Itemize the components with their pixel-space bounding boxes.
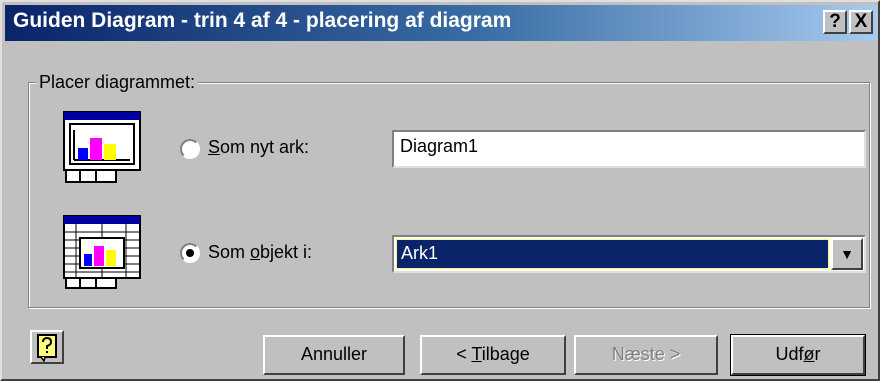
group-legend: Placer diagrammet: [36, 72, 199, 93]
close-button[interactable]: X [849, 10, 873, 34]
office-assistant-icon [37, 334, 57, 363]
placement-group [28, 82, 870, 308]
cancel-button[interactable]: Annuller [263, 335, 405, 375]
help-button[interactable]: ? [823, 10, 847, 34]
new-sheet-name-input[interactable]: Diagram1 [392, 130, 866, 168]
new-sheet-label[interactable]: Som nyt ark: [208, 137, 309, 158]
embedded-chart-icon [63, 215, 141, 289]
office-assistant-button[interactable] [30, 330, 64, 364]
new-sheet-radio[interactable] [180, 139, 200, 159]
sheet-select-value[interactable]: Ark1 [396, 239, 829, 269]
sheet-select-combo[interactable]: Ark1 ▼ [392, 235, 866, 273]
next-button: Næste > [574, 335, 718, 375]
chart-sheet-icon [63, 111, 141, 183]
title-bar: Guiden Diagram - trin 4 af 4 - placering… [5, 5, 877, 41]
combo-arrow-icon[interactable]: ▼ [831, 238, 863, 270]
window-title: Guiden Diagram - trin 4 af 4 - placering… [13, 9, 512, 32]
back-button[interactable]: < Tilbage [420, 335, 566, 375]
chart-wizard-dialog: Guiden Diagram - trin 4 af 4 - placering… [0, 0, 880, 381]
object-in-label[interactable]: Som objekt i: [208, 242, 312, 263]
object-in-radio[interactable] [180, 243, 200, 263]
radio-selected-dot [186, 249, 194, 257]
finish-button[interactable]: Udfør [730, 334, 866, 376]
